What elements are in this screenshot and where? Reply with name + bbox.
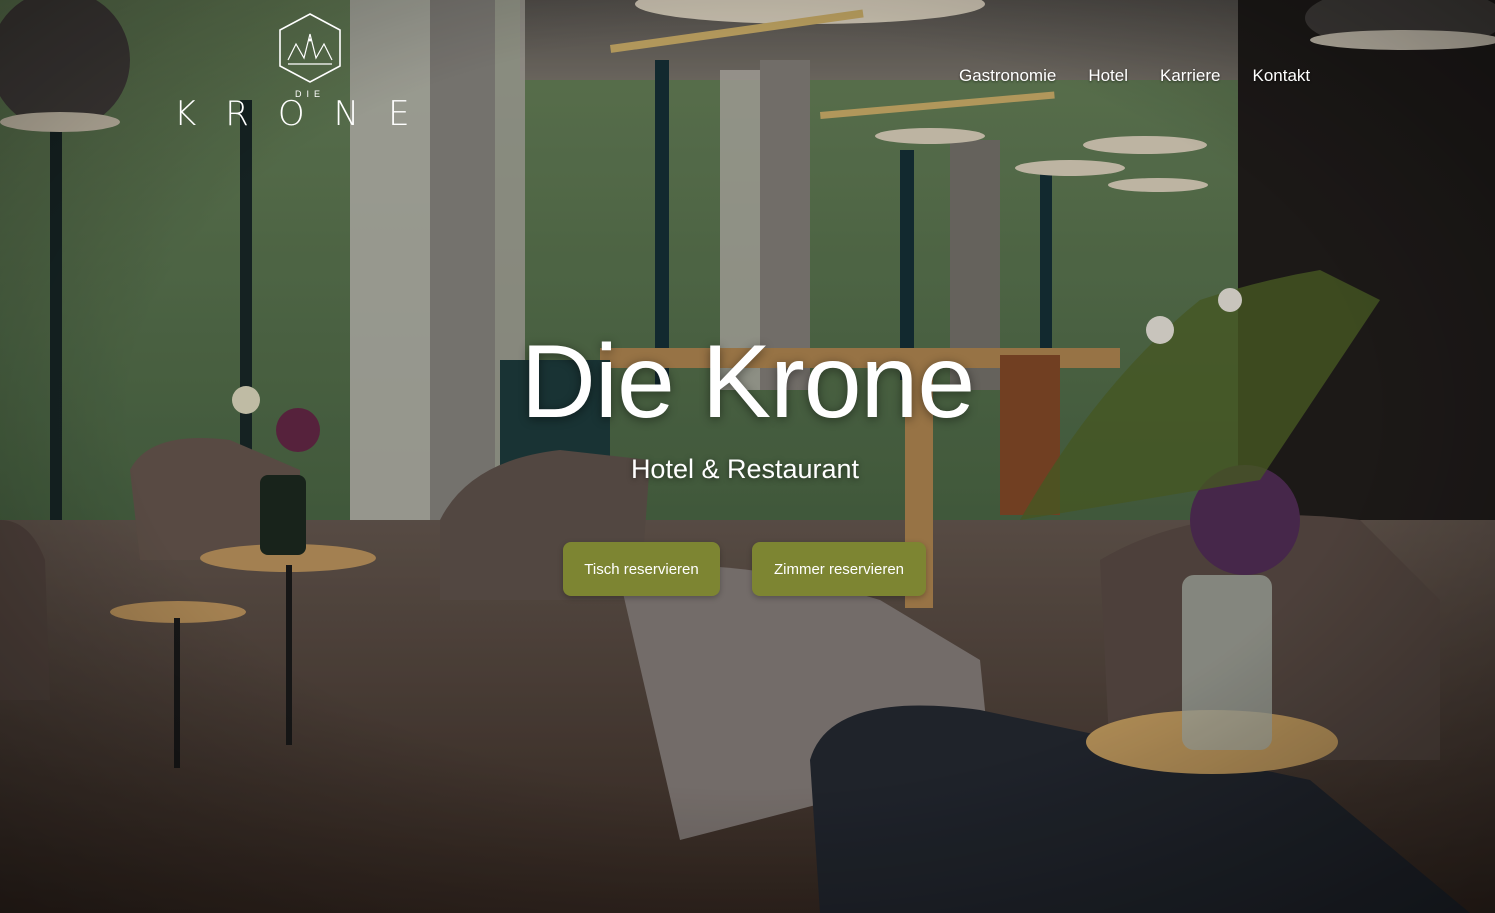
main-nav: Gastronomie Hotel Karriere Kontakt [959,66,1310,86]
nav-item-gastronomie[interactable]: Gastronomie [959,66,1056,86]
logo-wordmark: KRONE [174,94,439,134]
reserve-table-button[interactable]: Tisch reservieren [563,542,720,596]
logo[interactable]: DIE KRONE [170,12,450,134]
crown-icon [279,13,341,83]
reserve-room-button[interactable]: Zimmer reservieren [752,542,926,596]
nav-item-hotel[interactable]: Hotel [1088,66,1128,86]
hero-subtitle: Hotel & Restaurant [630,454,860,484]
hero-title: Die Krone [520,324,975,440]
nav-item-kontakt[interactable]: Kontakt [1252,66,1310,86]
nav-item-karriere[interactable]: Karriere [1160,66,1220,86]
